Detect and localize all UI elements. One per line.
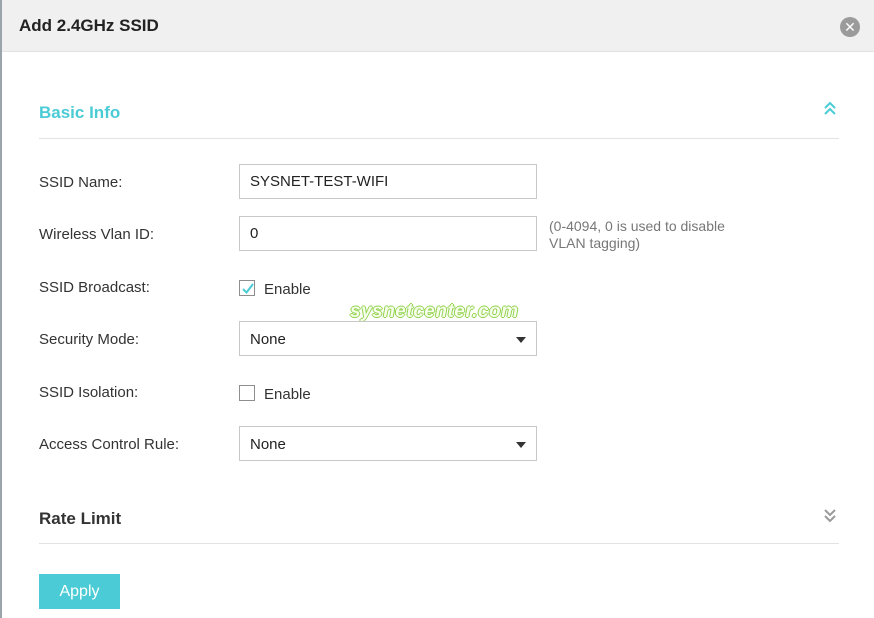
vlan-id-hint: (0-4094, 0 is used to disable VLAN taggi… xyxy=(549,218,725,252)
access-control-rule-select[interactable]: None xyxy=(239,426,537,461)
vlan-id-hint-line-1: (0-4094, 0 is used to disable xyxy=(549,218,725,234)
rate-limit-title[interactable]: Rate Limit xyxy=(39,509,121,529)
ssid-broadcast-enable-label[interactable]: Enable xyxy=(264,281,311,298)
chevron-double-up-icon[interactable] xyxy=(822,101,838,117)
security-mode-value: None xyxy=(250,331,286,348)
checkmark-icon xyxy=(242,283,254,295)
caret-down-icon xyxy=(516,442,526,448)
ssid-broadcast-checkbox[interactable] xyxy=(239,280,255,296)
ssid-isolation-label: SSID Isolation: xyxy=(39,384,139,401)
basic-info-title[interactable]: Basic Info xyxy=(39,103,120,123)
apply-button[interactable]: Apply xyxy=(39,574,120,609)
vlan-id-label: Wireless Vlan ID: xyxy=(39,226,155,243)
dialog-title: Add 2.4GHz SSID xyxy=(19,16,159,35)
security-mode-label: Security Mode: xyxy=(39,331,140,348)
section-divider xyxy=(39,138,839,139)
caret-down-icon xyxy=(516,337,526,343)
watermark: sysnetcenter.com xyxy=(350,301,519,322)
ssid-isolation-enable-label[interactable]: Enable xyxy=(264,386,311,403)
vlan-id-input[interactable] xyxy=(239,216,537,251)
access-control-rule-value: None xyxy=(250,436,286,453)
close-icon[interactable]: ✕ xyxy=(840,17,860,37)
ssid-name-label: SSID Name: xyxy=(39,174,123,191)
window-edge xyxy=(0,0,2,618)
chevron-double-down-icon[interactable] xyxy=(822,507,838,523)
access-control-rule-label: Access Control Rule: xyxy=(39,436,180,453)
vlan-id-hint-line-2: VLAN tagging) xyxy=(549,235,641,251)
security-mode-select[interactable]: None xyxy=(239,321,537,356)
section-divider xyxy=(39,543,839,544)
ssid-isolation-checkbox[interactable] xyxy=(239,385,255,401)
ssid-name-input[interactable] xyxy=(239,164,537,199)
dialog-title-bar: Add 2.4GHz SSID ✕ xyxy=(2,0,874,52)
ssid-broadcast-label: SSID Broadcast: xyxy=(39,279,150,296)
